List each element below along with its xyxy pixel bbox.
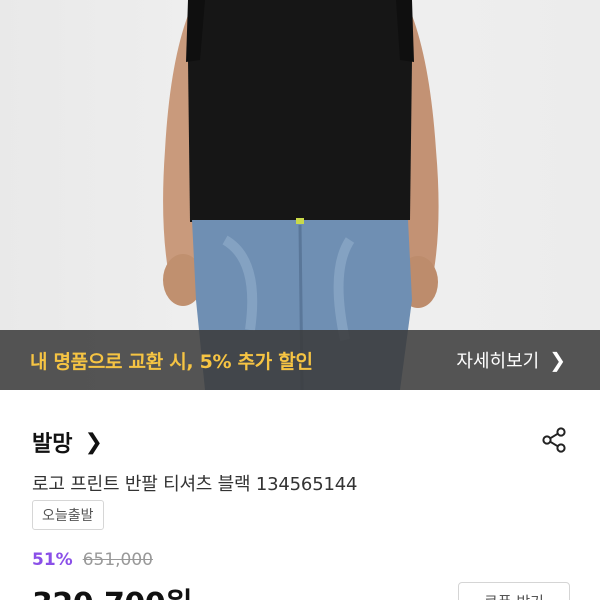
discount-rate: 51% bbox=[32, 550, 73, 570]
shipping-badge: 오늘출발 bbox=[32, 500, 104, 530]
promo-text: 내 명품으로 교환 시, 5% 추가 할인 bbox=[30, 350, 313, 373]
product-title: 로고 프린트 반팔 티셔츠 블랙 134565144 bbox=[32, 474, 358, 495]
product-info: 발망 ❯ 로고 프린트 반팔 티셔츠 블랙 134565144 오늘출발 51%… bbox=[0, 390, 600, 600]
chevron-right-icon: ❯ bbox=[549, 348, 566, 372]
price-discount-row: 51% 651,000 bbox=[32, 550, 153, 570]
original-price: 651,000 bbox=[82, 550, 154, 570]
promo-details-label: 자세히보기 bbox=[456, 351, 540, 372]
final-price: 320,700원 bbox=[32, 579, 193, 600]
coupon-button[interactable]: 쿠폰 받기 bbox=[458, 582, 570, 600]
brand-link[interactable]: 발망 ❯ bbox=[32, 426, 103, 458]
product-image[interactable]: 내 명품으로 교환 시, 5% 추가 할인 자세히보기 ❯ bbox=[0, 0, 600, 390]
promo-banner[interactable]: 내 명품으로 교환 시, 5% 추가 할인 자세히보기 ❯ bbox=[0, 330, 600, 390]
chevron-right-icon: ❯ bbox=[84, 429, 103, 455]
promo-details-link[interactable]: 자세히보기 ❯ bbox=[456, 347, 566, 373]
share-icon[interactable] bbox=[540, 426, 568, 454]
brand-name: 발망 bbox=[32, 432, 73, 457]
